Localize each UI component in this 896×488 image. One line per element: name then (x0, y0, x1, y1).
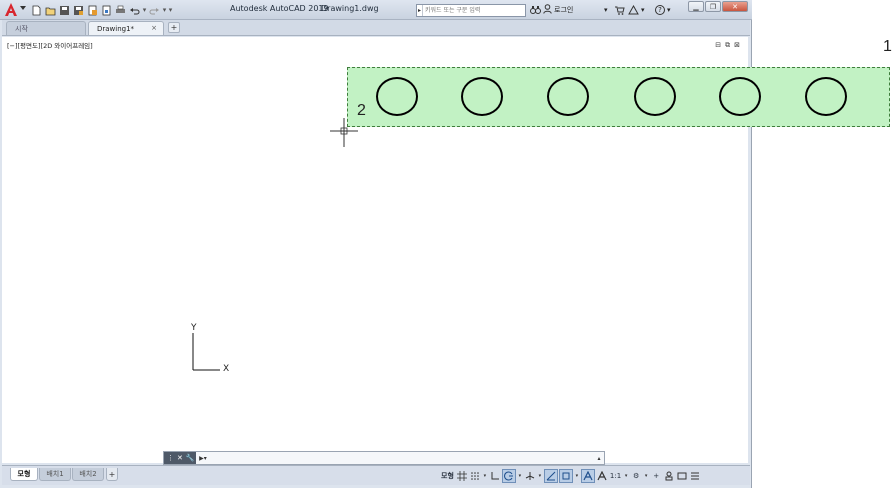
search-box: ▸ (416, 4, 526, 17)
clean-screen-icon[interactable] (676, 469, 688, 483)
add-layout-button[interactable]: + (106, 468, 118, 481)
ucs-x-label: X (223, 364, 230, 374)
ucs-icon: Y X (190, 323, 240, 374)
layout-tab-model[interactable]: 모형 (10, 468, 38, 481)
circle-object[interactable] (805, 77, 847, 116)
object-snap-tracking-icon[interactable] (543, 468, 558, 483)
annotation-monitor-icon[interactable]: + (650, 469, 662, 483)
a360-stay-connected-icon[interactable]: ▾ (628, 4, 645, 16)
circle-object[interactable] (461, 77, 503, 116)
workspace-switching-icon[interactable]: ⚙ (630, 469, 642, 483)
ortho-mode-icon[interactable] (489, 469, 501, 483)
file-tab-bar: 시작 Drawing1* × + (2, 20, 750, 36)
save-as-icon[interactable] (72, 4, 85, 17)
login-label: 로그인 (554, 6, 574, 14)
layout-tab-layout1[interactable]: 배치1 (39, 468, 71, 481)
viewport-minimize-icon[interactable]: ⊟ (715, 41, 721, 50)
status-bar: 모형 배치1 배치2 + 모형 ▾ ▾ ▾ ▾ 1:1 ▾ ⚙ ▾ + (2, 465, 750, 485)
circle-object[interactable] (719, 77, 761, 116)
tab-close-icon[interactable]: × (151, 24, 157, 32)
customize-icon[interactable]: 🔧 (186, 454, 195, 462)
snap-mode-icon[interactable] (469, 469, 481, 483)
open-web-mobile-icon[interactable] (86, 4, 99, 17)
undo-icon[interactable] (128, 4, 141, 17)
close-icon: ✕ (732, 2, 738, 11)
title-bar: ▾ ▾ ▾ Autodesk AutoCAD 2019 Drawing1.dwg… (0, 0, 752, 20)
help-icon: ? (655, 5, 665, 15)
annotation-scale-label[interactable]: 1:1 (609, 469, 622, 483)
circle-object[interactable] (547, 77, 589, 116)
login-dropdown-arrow-icon[interactable]: ▾ (604, 4, 608, 16)
login-button[interactable]: 로그인 (543, 4, 573, 16)
callout-label-1: 1 (883, 38, 892, 55)
close-command-line-icon[interactable]: ✕ (177, 454, 183, 462)
auto-scale-icon[interactable] (596, 469, 608, 483)
viewport-restore-icon[interactable]: ⧉ (725, 41, 730, 50)
user-icon (543, 4, 552, 16)
application-menu-arrow-icon[interactable] (20, 6, 26, 10)
search-input[interactable] (423, 5, 523, 16)
document-title: Drawing1.dwg (321, 4, 379, 13)
annotation-scale-dropdown-arrow-icon[interactable]: ▾ (623, 473, 629, 479)
command-line: ⋮ ✕ 🔧 ▶▾ ▴ (163, 451, 605, 465)
status-tools: 모형 ▾ ▾ ▾ ▾ 1:1 ▾ ⚙ ▾ + (440, 468, 701, 483)
plot-icon[interactable] (114, 4, 127, 17)
viewport-close-icon[interactable]: ⊠ (734, 41, 740, 50)
save-web-mobile-icon[interactable] (100, 4, 113, 17)
command-history-arrow-icon[interactable]: ▴ (594, 452, 604, 464)
tab-drawing1-label: Drawing1* (97, 24, 135, 33)
circle-object[interactable] (634, 77, 676, 116)
open-file-icon[interactable] (44, 4, 57, 17)
isometric-drafting-icon[interactable] (524, 469, 536, 483)
recent-commands-icon[interactable]: ▶▾ (196, 452, 210, 464)
tab-drawing1[interactable]: Drawing1* × (88, 21, 164, 35)
quick-access-toolbar: ▾ ▾ ▾ (30, 3, 173, 17)
polar-tracking-icon[interactable] (501, 468, 516, 483)
redo-dropdown-arrow-icon[interactable]: ▾ (162, 4, 167, 17)
tab-start[interactable]: 시작 (6, 21, 86, 35)
help-button[interactable]: ? ▾ (655, 4, 671, 16)
binoculars-icon[interactable] (530, 4, 541, 16)
isolate-objects-icon[interactable] (663, 469, 675, 483)
close-window-button[interactable]: ✕ (722, 1, 748, 12)
save-icon[interactable] (58, 4, 71, 17)
model-space-button[interactable]: 모형 (440, 469, 455, 483)
tab-start-label: 시작 (15, 24, 28, 33)
annotation-visibility-icon[interactable] (580, 468, 595, 483)
polar-dropdown-arrow-icon[interactable]: ▾ (517, 473, 523, 479)
application-title: Autodesk AutoCAD 2019 (230, 4, 329, 13)
minimize-icon: ▁ (693, 2, 699, 11)
command-input[interactable] (210, 452, 594, 464)
autodesk-app-store-icon[interactable] (614, 4, 625, 16)
redo-icon[interactable] (148, 4, 161, 17)
restore-button[interactable]: ❐ (705, 1, 721, 12)
grid-icon[interactable] (456, 469, 468, 483)
ucs-y-label: Y (191, 323, 197, 333)
customize-qat-arrow-icon[interactable]: ▾ (168, 4, 173, 17)
customization-menu-icon[interactable] (689, 469, 701, 483)
new-file-icon[interactable] (30, 4, 43, 17)
circle-object[interactable] (376, 77, 418, 116)
viewport-window-controls: ⊟ ⧉ ⊠ (715, 41, 740, 50)
isometric-dropdown-arrow-icon[interactable]: ▾ (537, 473, 543, 479)
undo-dropdown-arrow-icon[interactable]: ▾ (142, 4, 147, 17)
command-line-handle[interactable]: ⋮ ✕ 🔧 (164, 452, 196, 464)
restore-icon: ❐ (709, 2, 717, 11)
callout-label-2: 2 (357, 102, 366, 119)
new-tab-button[interactable]: + (168, 22, 180, 33)
snap-dropdown-arrow-icon[interactable]: ▾ (482, 473, 488, 479)
window-selection-area[interactable] (347, 67, 890, 127)
object-snap-dropdown-arrow-icon[interactable]: ▾ (574, 473, 580, 479)
viewport-controls-label[interactable]: [−][평면도][2D 와이어프레임] (7, 40, 93, 50)
object-snap-icon[interactable] (558, 468, 573, 483)
autocad-logo-icon[interactable] (4, 2, 18, 17)
minimize-button[interactable]: ▁ (688, 1, 704, 12)
workspace-dropdown-arrow-icon[interactable]: ▾ (643, 473, 649, 479)
layout-tab-layout2[interactable]: 배치2 (72, 468, 104, 481)
drag-handle-icon[interactable]: ⋮ (167, 454, 174, 462)
